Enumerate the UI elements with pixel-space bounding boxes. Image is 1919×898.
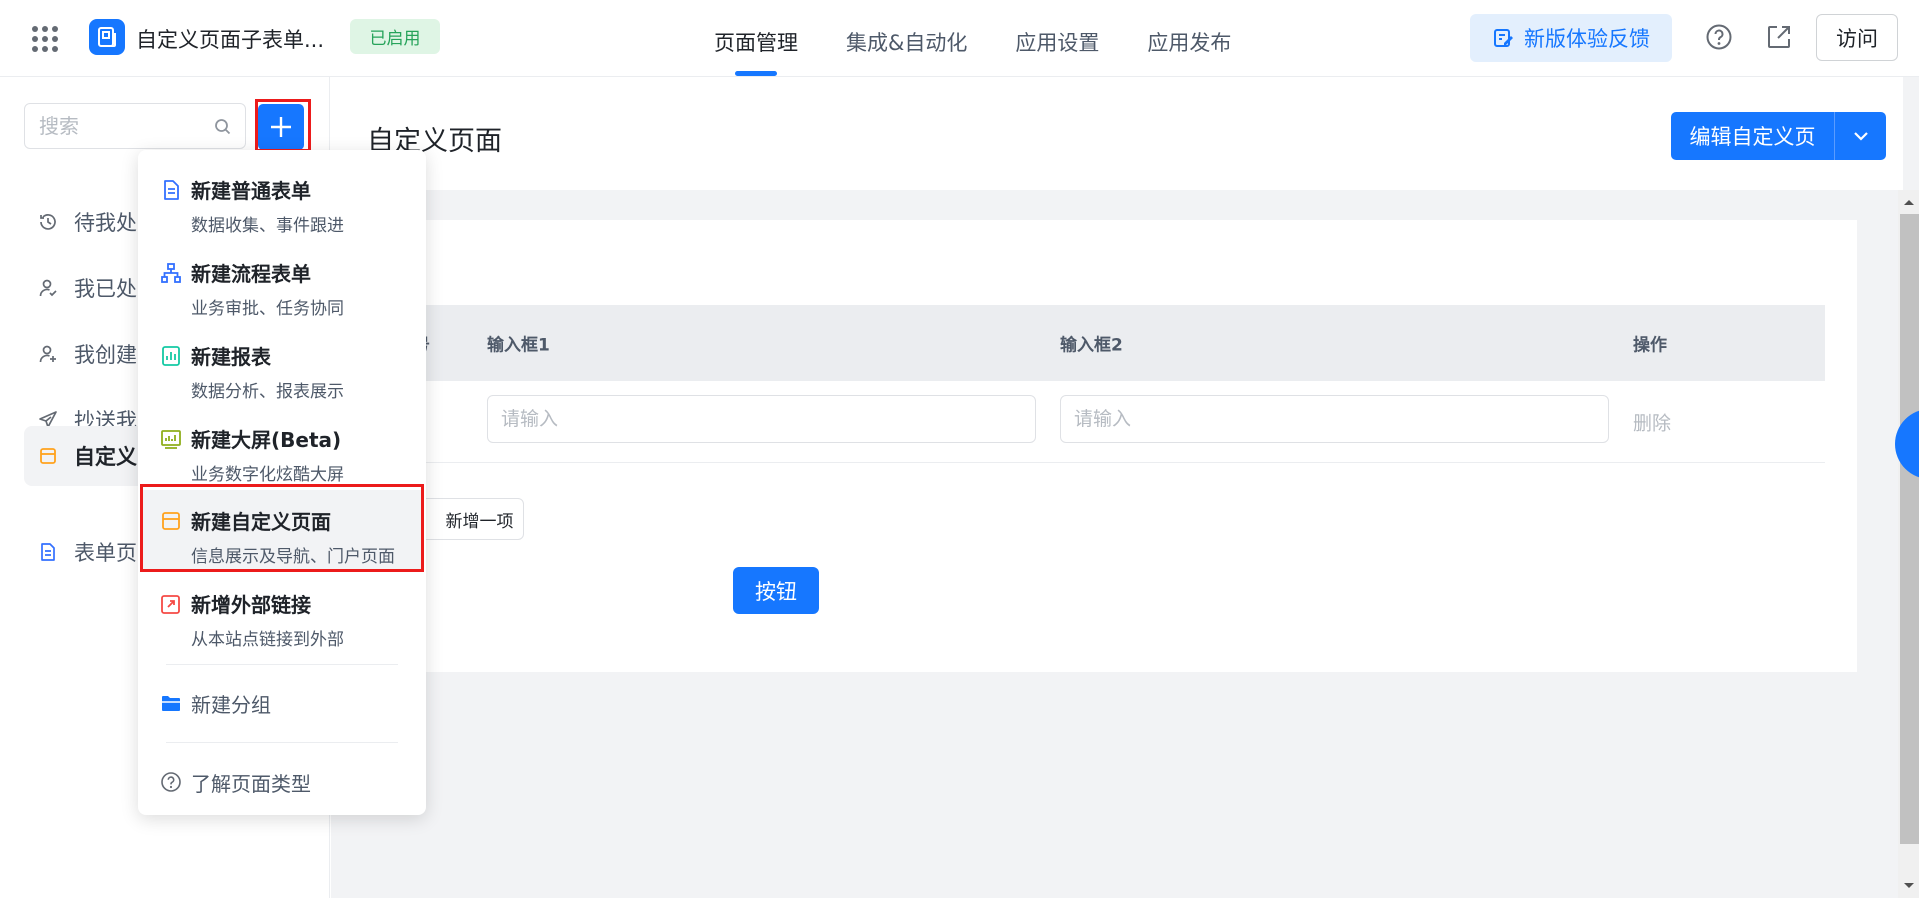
clock-icon xyxy=(40,214,56,230)
menu-divider xyxy=(166,664,398,665)
chevron-down-icon[interactable] xyxy=(1835,112,1886,160)
menu-item-title: 新增外部链接 xyxy=(191,593,311,617)
user-check-icon xyxy=(39,279,57,297)
new-page-menu: 新建普通表单 数据收集、事件跟进 新建流程表单 业务审批、任务协同 新建报表 数… xyxy=(138,150,426,815)
menu-item-title: 新建大屏(Beta) xyxy=(191,428,342,452)
sidebar-item-label: 表单页 xyxy=(74,541,137,565)
menu-item-title: 新建流程表单 xyxy=(191,262,311,286)
menu-divider xyxy=(166,742,398,743)
menu-item-desc: 业务审批、任务协同 xyxy=(191,299,344,319)
edit-custom-page-button[interactable]: 编辑自定义页 xyxy=(1671,112,1886,160)
edit-note-icon xyxy=(1494,29,1513,47)
search-input[interactable] xyxy=(39,114,209,138)
column-input2: 输入框2 xyxy=(1060,335,1123,356)
menu-item-title: 新建报表 xyxy=(191,345,271,369)
input-field-1[interactable] xyxy=(487,395,1036,443)
page-header: 自定义页面 编辑自定义页 xyxy=(331,77,1903,190)
tab-app-settings[interactable]: 应用设置 xyxy=(991,0,1123,77)
dashboard-icon xyxy=(161,430,181,449)
table-row: 1 删除 xyxy=(401,381,1825,463)
scroll-down-icon[interactable] xyxy=(1901,878,1917,894)
user-add-icon xyxy=(39,345,56,363)
custom-page-icon xyxy=(162,512,180,530)
page-icon xyxy=(40,448,56,464)
sidebar-item-label: 我创建 xyxy=(74,343,137,367)
top-bar: 自定义页面子表单... 已启用 页面管理 集成&自动化 应用设置 应用发布 新版… xyxy=(0,0,1919,77)
open-external-icon[interactable] xyxy=(1762,20,1796,54)
delete-row-link[interactable]: 删除 xyxy=(1633,408,1671,435)
tab-app-publish[interactable]: 应用发布 xyxy=(1123,0,1255,77)
nav-tabs: 页面管理 集成&自动化 应用设置 应用发布 xyxy=(690,0,1255,77)
status-badge: 已启用 xyxy=(350,19,440,54)
main-content: 自定义页面 编辑自定义页 日 号 输入框1 输入框2 操作 1 删除 新增一项 … xyxy=(331,77,1919,898)
flow-icon xyxy=(161,263,181,283)
column-input1: 输入框1 xyxy=(487,335,550,356)
folder-icon xyxy=(162,696,180,711)
add-page-button[interactable] xyxy=(258,104,304,150)
input-field-2[interactable] xyxy=(1060,395,1609,443)
search-box xyxy=(24,103,246,149)
app-grid-icon[interactable] xyxy=(32,26,58,52)
sidebar-item-label: 自定义 xyxy=(74,445,137,469)
menu-item-new-dashboard[interactable]: 新建大屏(Beta) 业务数字化炫酷大屏 xyxy=(141,408,423,490)
menu-item-desc: 从本站点链接到外部 xyxy=(191,630,344,650)
search-icon xyxy=(215,119,231,135)
sidebar-item-label: 我已处 xyxy=(74,277,137,301)
menu-item-new-report[interactable]: 新建报表 数据分析、报表展示 xyxy=(141,325,423,407)
scrollbar-thumb[interactable] xyxy=(1900,214,1919,844)
feedback-button[interactable]: 新版体验反馈 xyxy=(1470,14,1672,62)
table-header: 号 输入框1 输入框2 操作 xyxy=(401,305,1825,381)
menu-item-desc: 数据分析、报表展示 xyxy=(191,382,344,402)
menu-item-new-flow-form[interactable]: 新建流程表单 业务审批、任务协同 xyxy=(141,242,423,324)
menu-item-new-custom-page[interactable]: 新建自定义页面 信息展示及导航、门户页面 xyxy=(141,490,423,572)
app-title[interactable]: 自定义页面子表单... xyxy=(136,24,324,54)
column-action: 操作 xyxy=(1633,335,1667,356)
menu-item-label: 新建分组 xyxy=(191,692,271,717)
help-circle-icon xyxy=(161,772,181,792)
menu-item-desc: 业务数字化炫酷大屏 xyxy=(191,465,344,485)
menu-item-desc: 数据收集、事件跟进 xyxy=(191,216,344,236)
menu-item-learn-page-types[interactable]: 了解页面类型 xyxy=(141,752,423,812)
action-button[interactable]: 按钮 xyxy=(733,567,819,614)
custom-page-card: 日 号 输入框1 输入框2 操作 1 删除 新增一项 按钮 xyxy=(361,220,1857,672)
form-icon xyxy=(164,180,179,200)
document-icon xyxy=(41,543,55,561)
feedback-label: 新版体验反馈 xyxy=(1524,27,1650,51)
menu-item-new-form[interactable]: 新建普通表单 数据收集、事件跟进 xyxy=(141,159,423,241)
scroll-up-icon[interactable] xyxy=(1901,194,1917,210)
menu-item-desc: 信息展示及导航、门户页面 xyxy=(191,547,395,567)
menu-item-new-group[interactable]: 新建分组 xyxy=(141,673,423,733)
sidebar-item-label: 待我处 xyxy=(74,211,137,235)
report-icon xyxy=(162,346,180,366)
menu-item-title: 新建普通表单 xyxy=(191,179,311,203)
menu-item-new-external-link[interactable]: 新增外部链接 从本站点链接到外部 xyxy=(141,573,423,655)
tab-integration-automation[interactable]: 集成&自动化 xyxy=(822,0,991,77)
tab-page-management[interactable]: 页面管理 xyxy=(690,0,822,77)
external-link-icon xyxy=(161,595,180,614)
visit-button[interactable]: 访问 xyxy=(1816,14,1898,61)
menu-item-label: 了解页面类型 xyxy=(191,771,311,796)
edit-button-label: 编辑自定义页 xyxy=(1671,112,1835,160)
app-logo-icon xyxy=(89,19,125,55)
help-icon[interactable] xyxy=(1702,20,1736,54)
menu-item-title: 新建自定义页面 xyxy=(191,510,331,534)
plus-icon xyxy=(271,117,291,137)
